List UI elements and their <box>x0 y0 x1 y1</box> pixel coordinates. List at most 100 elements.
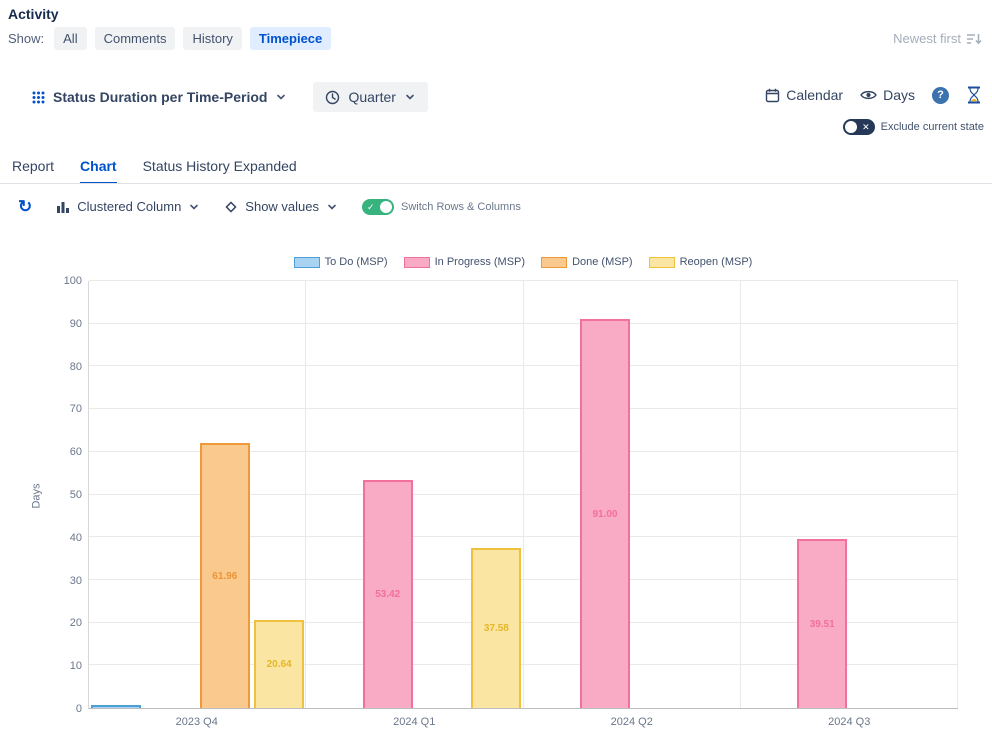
legend-swatch <box>294 257 320 268</box>
y-tick-label: 100 <box>64 275 82 287</box>
y-tick-label: 50 <box>70 489 82 501</box>
bar-reopen-msp[interactable]: 37.58 <box>471 548 521 708</box>
chart-legend: To Do (MSP) In Progress (MSP) Done (MSP) Re… <box>88 256 958 268</box>
check-icon: ✓ <box>367 200 375 214</box>
exclude-current-state-label: Exclude current state <box>881 121 984 133</box>
bar-reopen-msp[interactable]: 20.64 <box>254 620 304 708</box>
bar-slot: 91.00 <box>578 281 632 708</box>
bar-group: 91.00 <box>524 281 741 708</box>
switch-rows-columns-toggle[interactable]: ✓ <box>362 199 394 215</box>
show-values-label: Show values <box>245 199 319 214</box>
calendar-label: Calendar <box>786 87 843 103</box>
calendar-icon <box>765 88 780 103</box>
y-tick-label: 30 <box>70 575 82 587</box>
y-tick-label: 10 <box>70 660 82 672</box>
legend-item[interactable]: In Progress (MSP) <box>404 256 525 268</box>
x-axis-category-label: 2024 Q1 <box>306 716 524 728</box>
calendar-button[interactable]: Calendar <box>765 87 843 103</box>
chevron-down-icon <box>275 91 287 103</box>
sort-descending-icon <box>966 32 982 46</box>
bar-done-msp[interactable]: 61.96 <box>200 443 250 708</box>
y-tick-label: 90 <box>70 318 82 330</box>
legend-label: Reopen (MSP) <box>680 256 753 268</box>
bar-slot <box>632 281 686 708</box>
legend-label: Done (MSP) <box>572 256 633 268</box>
hourglass-icon[interactable] <box>966 86 982 104</box>
filter-timepiece-button[interactable]: Timepiece <box>250 27 331 50</box>
bar-slot <box>89 281 143 708</box>
report-selector-row: Status Duration per Time-Period Quarter <box>24 82 428 112</box>
x-axis-category-label: 2024 Q2 <box>523 716 741 728</box>
bar-slot <box>306 281 360 708</box>
view-controls: Calendar Days ? <box>765 86 982 104</box>
show-label: Show: <box>8 31 44 46</box>
sort-control[interactable]: Newest first <box>893 31 982 46</box>
period-label: Quarter <box>348 89 395 105</box>
bar-slot <box>849 281 903 708</box>
legend-item[interactable]: Reopen (MSP) <box>649 256 753 268</box>
bar-chart-icon <box>56 200 70 214</box>
bar-group: 39.51 <box>741 281 958 708</box>
clock-icon <box>325 90 340 105</box>
bar-value-label: 53.42 <box>375 589 400 600</box>
units-days-label: Days <box>883 87 915 103</box>
bar-in-progress-msp[interactable]: 53.42 <box>363 480 413 708</box>
legend-label: In Progress (MSP) <box>435 256 525 268</box>
report-type-label: Status Duration per Time-Period <box>53 89 267 105</box>
x-axis-category-label: 2024 Q3 <box>741 716 959 728</box>
eye-icon <box>860 89 877 101</box>
y-tick-label: 40 <box>70 532 82 544</box>
exclude-current-state-control: ✕ Exclude current state <box>843 119 984 135</box>
y-axis-labels: 0102030405060708090100 <box>40 281 82 709</box>
diamond-icon <box>224 200 238 214</box>
legend-swatch <box>649 257 675 268</box>
legend-swatch <box>404 257 430 268</box>
bar-slot <box>143 281 197 708</box>
period-selector[interactable]: Quarter <box>313 82 427 112</box>
activity-panel: Activity Show: All Comments History Time… <box>0 0 992 745</box>
bar-slot <box>904 281 958 708</box>
switch-rows-columns-label: Switch Rows & Columns <box>401 201 521 213</box>
bar-slot <box>524 281 578 708</box>
tab-report[interactable]: Report <box>12 158 54 184</box>
legend-item[interactable]: Done (MSP) <box>541 256 633 268</box>
bar-slot <box>686 281 740 708</box>
filter-all-button[interactable]: All <box>54 27 86 50</box>
legend-item[interactable]: To Do (MSP) <box>294 256 388 268</box>
bar-in-progress-msp[interactable]: 91.00 <box>580 319 630 708</box>
help-button[interactable]: ? <box>932 87 949 104</box>
tabs-divider <box>0 183 992 184</box>
tab-chart[interactable]: Chart <box>80 158 117 184</box>
chevron-down-icon <box>404 91 416 103</box>
x-axis-category-label: 2023 Q4 <box>88 716 306 728</box>
bar-slot: 61.96 <box>198 281 252 708</box>
units-days-button[interactable]: Days <box>860 87 915 103</box>
bars-layer: 61.96 20.64 53.42 37.58 91.00 39.51 <box>89 281 958 708</box>
toggle-knob <box>845 121 857 133</box>
report-type-selector[interactable]: Status Duration per Time-Period <box>24 83 295 111</box>
show-values-selector[interactable]: Show values <box>224 199 338 214</box>
filter-history-button[interactable]: History <box>183 27 241 50</box>
y-tick-label: 20 <box>70 617 82 629</box>
exclude-current-state-toggle[interactable]: ✕ <box>843 119 875 135</box>
question-mark-icon: ? <box>937 89 944 101</box>
bar-value-label: 20.64 <box>267 659 292 670</box>
bar-to-do-msp[interactable] <box>91 705 141 708</box>
bar-value-label: 37.58 <box>484 623 509 634</box>
legend-label: To Do (MSP) <box>325 256 388 268</box>
legend-swatch <box>541 257 567 268</box>
report-tabs: Report Chart Status History Expanded <box>12 158 297 184</box>
y-tick-label: 80 <box>70 361 82 373</box>
refresh-icon[interactable]: ↻ <box>18 198 32 215</box>
bar-slot: 20.64 <box>252 281 306 708</box>
filter-comments-button[interactable]: Comments <box>95 27 176 50</box>
bar-in-progress-msp[interactable]: 39.51 <box>797 539 847 708</box>
chart-type-selector[interactable]: Clustered Column <box>56 199 200 214</box>
chevron-down-icon <box>188 201 200 213</box>
x-axis-labels: 2023 Q42024 Q12024 Q22024 Q3 <box>88 716 958 728</box>
bar-group: 61.96 20.64 <box>89 281 306 708</box>
tab-status-history-expanded[interactable]: Status History Expanded <box>143 158 297 184</box>
bar-value-label: 39.51 <box>810 619 835 630</box>
bar-slot <box>415 281 469 708</box>
y-tick-label: 0 <box>76 703 82 715</box>
